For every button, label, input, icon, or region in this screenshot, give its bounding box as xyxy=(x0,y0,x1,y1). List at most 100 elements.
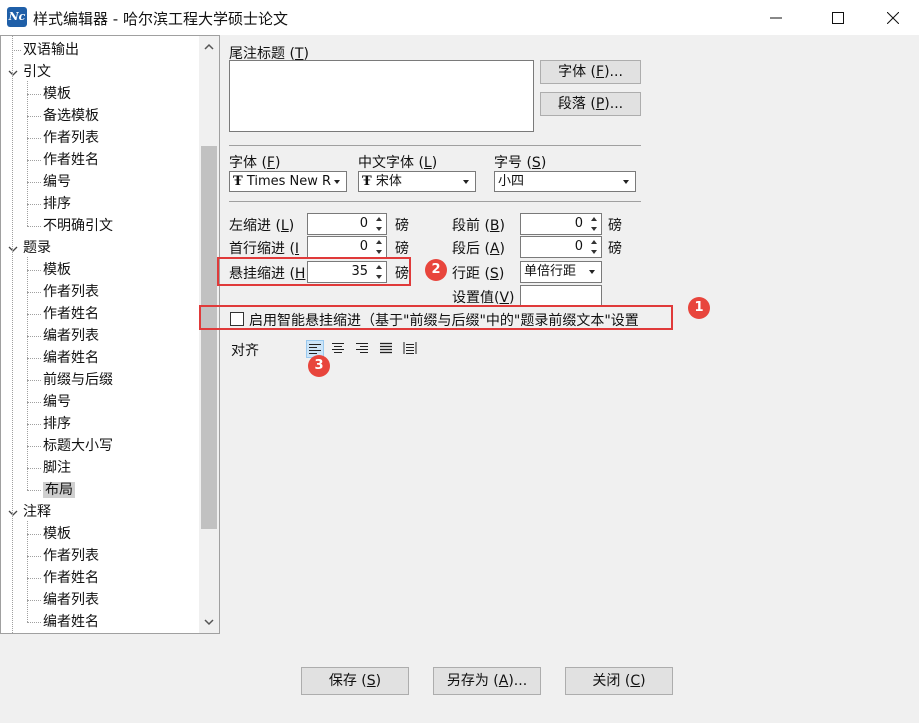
tree-item[interactable]: 作者列表 xyxy=(43,281,99,303)
tree-item[interactable]: 编号 xyxy=(43,391,71,413)
tree-item[interactable]: 不明确引文 xyxy=(43,215,113,237)
tree-item[interactable]: 前缀与后缀 xyxy=(43,369,113,391)
close-window-button[interactable] xyxy=(870,0,916,35)
tree-item[interactable]: 脚注 xyxy=(43,457,71,479)
cn-font-select[interactable]: Ŧ 宋体 xyxy=(358,171,476,192)
chevron-down-icon[interactable] xyxy=(8,245,18,253)
tree-item-label: 注释 xyxy=(23,504,51,520)
tree-guide-line xyxy=(12,50,21,51)
minimize-button[interactable] xyxy=(753,0,799,35)
tree-guide-line xyxy=(27,424,41,425)
spin-down-icon[interactable] xyxy=(376,227,382,231)
tree-item[interactable]: 编者姓名 xyxy=(43,611,99,633)
spin-down-icon[interactable] xyxy=(591,227,597,231)
size-label: 字号 (S) xyxy=(494,155,547,171)
space-before-spinner[interactable]: 0 xyxy=(520,213,602,235)
line-spacing-select[interactable]: 单倍行距 xyxy=(520,261,602,283)
tree-guide-line xyxy=(27,116,41,117)
set-value-input[interactable] xyxy=(520,285,602,306)
tree-scroll-thumb[interactable] xyxy=(201,146,217,529)
tree-item[interactable]: 模板 xyxy=(43,259,71,281)
tree-item-label: 排序 xyxy=(43,196,71,212)
tree-guide-line xyxy=(27,521,28,622)
tree-item[interactable]: 编者姓名 xyxy=(43,347,99,369)
tree-item[interactable]: 标题大小写 xyxy=(43,435,113,457)
chevron-down-icon[interactable] xyxy=(8,509,18,517)
tree-item[interactable]: 模板 xyxy=(43,523,71,545)
tree-item[interactable]: 作者姓名 xyxy=(43,303,99,325)
tree-item[interactable]: 编者列表 xyxy=(43,589,99,611)
space-after-spinner[interactable]: 0 xyxy=(520,236,602,258)
paragraph-button[interactable]: 段落 (P)... xyxy=(540,92,641,116)
divider xyxy=(229,201,641,202)
tree-group-node[interactable]: 引文 xyxy=(23,61,51,83)
tree-scrollbar[interactable] xyxy=(199,36,219,633)
tree-item[interactable]: 作者姓名 xyxy=(43,567,99,589)
tree-item[interactable]: 作者列表 xyxy=(43,545,99,567)
chevron-down-icon xyxy=(623,180,629,184)
tree-item-label: 模板 xyxy=(43,262,71,278)
cn-font-label: 中文字体 (L) xyxy=(358,155,438,171)
align-distributed-button[interactable] xyxy=(402,340,420,358)
spin-up-icon[interactable] xyxy=(376,240,382,244)
tree-item[interactable]: 作者姓名 xyxy=(43,149,99,171)
tree-item[interactable]: 模板 xyxy=(43,83,71,105)
close-icon xyxy=(887,11,899,24)
tree-guide-line xyxy=(27,556,41,557)
tree-guide-line xyxy=(27,402,41,403)
first-indent-label: 首行缩进 (I xyxy=(229,241,300,257)
font-select[interactable]: Ŧ Times New R xyxy=(229,171,347,192)
align-right-button[interactable] xyxy=(354,340,372,358)
align-justify-button[interactable] xyxy=(378,340,396,358)
close-button[interactable]: 关闭 (C) xyxy=(565,667,673,695)
size-select[interactable]: 小四 xyxy=(494,171,636,192)
tree-item-label: 标题大小写 xyxy=(43,438,113,454)
tree-item[interactable]: 布局 xyxy=(43,479,75,501)
align-justify-icon xyxy=(380,342,392,354)
scroll-down-icon[interactable] xyxy=(204,618,214,626)
tree-guide-line xyxy=(27,380,41,381)
tree-item[interactable]: 编号 xyxy=(43,171,71,193)
spin-up-icon[interactable] xyxy=(591,217,597,221)
tree-item[interactable]: 编者列表 xyxy=(43,325,99,347)
first-indent-spinner[interactable]: 0 xyxy=(307,236,387,258)
tree-item[interactable]: 作者列表 xyxy=(43,127,99,149)
spin-down-icon[interactable] xyxy=(591,250,597,254)
style-tree[interactable]: 双语输出 引文 模板 备选模板 作者列表 作者姓名 编号 排序 不明确引文 题录 模板 作者列表 作者姓… xyxy=(0,35,220,634)
spin-up-icon[interactable] xyxy=(376,217,382,221)
align-center-button[interactable] xyxy=(330,340,348,358)
tree-guide-line xyxy=(27,336,41,337)
tree-item[interactable]: 排序 xyxy=(43,193,71,215)
spin-down-icon[interactable] xyxy=(376,250,382,254)
left-indent-spinner[interactable]: 0 xyxy=(307,213,387,235)
tree-guide-line xyxy=(27,257,28,490)
chevron-down-icon[interactable] xyxy=(8,69,18,77)
align-center-icon xyxy=(332,343,344,353)
tree-guide-line xyxy=(27,622,41,623)
minimize-icon xyxy=(770,17,782,18)
tree-item-label: 作者列表 xyxy=(43,548,99,564)
tree-item[interactable]: 双语输出 xyxy=(23,39,79,61)
font-button[interactable]: 字体 (F)... xyxy=(540,60,641,84)
tree-item-label: 题录 xyxy=(23,240,51,256)
tree-guide-line xyxy=(27,182,41,183)
endnote-title-input[interactable] xyxy=(229,60,534,132)
tree-item-label: 引文 xyxy=(23,64,51,80)
save-as-button[interactable]: 另存为 (A)... xyxy=(433,667,541,695)
tree-item[interactable]: 备选模板 xyxy=(43,105,99,127)
tree-item-label: 编者姓名 xyxy=(43,614,99,630)
app-logo-icon: Nc xyxy=(7,7,27,27)
tree-item-label: 作者姓名 xyxy=(43,152,99,168)
settings-pane: 尾注标题 (T) 字体 (F)... 段落 (P)... 字体 (F) Ŧ Ti… xyxy=(199,35,919,634)
spin-up-icon[interactable] xyxy=(591,240,597,244)
smart-hanging-indent-checkbox[interactable] xyxy=(230,312,244,326)
tree-group-node[interactable]: 注释 xyxy=(23,501,51,523)
scroll-up-icon[interactable] xyxy=(204,43,214,51)
save-button[interactable]: 保存 (S) xyxy=(301,667,409,695)
unit-label: 磅 xyxy=(608,241,622,257)
maximize-button[interactable] xyxy=(815,0,861,35)
tree-group-node[interactable]: 题录 xyxy=(23,237,51,259)
tree-item[interactable]: 排序 xyxy=(43,413,71,435)
chevron-down-icon xyxy=(334,180,340,184)
chevron-down-icon xyxy=(463,180,469,184)
